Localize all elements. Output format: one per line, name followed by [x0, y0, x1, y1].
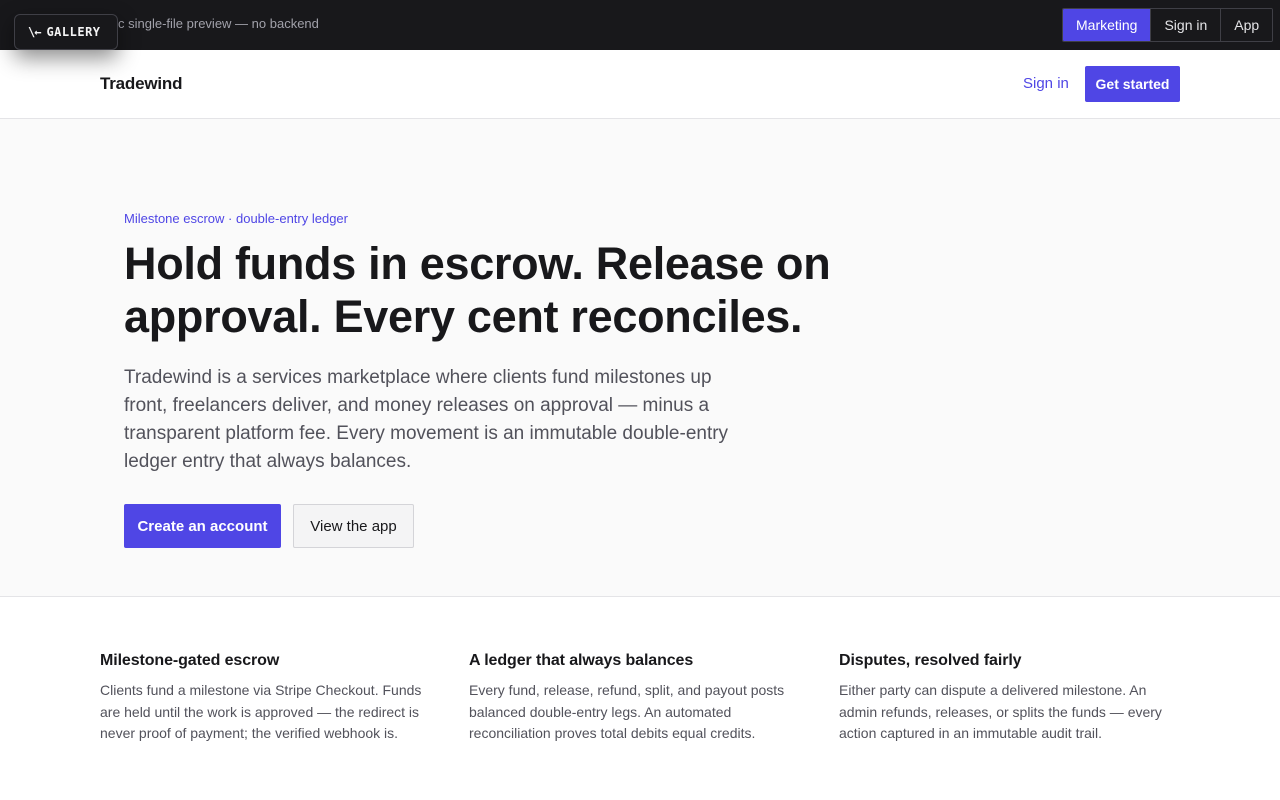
preview-note: c single-file preview — no backend [118, 16, 319, 31]
get-started-button[interactable]: Get started [1085, 66, 1180, 102]
feature-title: Disputes, resolved fairly [839, 652, 1022, 669]
site-header: Tradewind Sign in Get started [0, 50, 1280, 119]
gallery-button-label: GALLERY [46, 25, 101, 39]
feature-text: Clients fund a milestone via Stripe Chec… [100, 682, 422, 741]
feature-card-ledger: A ledger that always balances Every fund… [469, 652, 814, 745]
view-tab-marketing[interactable]: Marketing [1063, 9, 1151, 41]
feature-card-disputes: Disputes, resolved fairly Either party c… [839, 652, 1184, 745]
view-switcher: Marketing Sign in App [1062, 8, 1274, 42]
hero-eyebrow: Milestone escrow · double-entry ledger [124, 211, 348, 226]
feature-title: Milestone-gated escrow [100, 652, 280, 669]
feature-card-escrow: Milestone-gated escrow Clients fund a mi… [100, 652, 445, 745]
preview-bar: c single-file preview — no backend Marke… [0, 0, 1280, 50]
hero-subtitle: Tradewind is a services marketplace wher… [124, 367, 729, 472]
back-arrow-icon: \← [28, 25, 41, 39]
brand-logo[interactable]: Tradewind [100, 74, 182, 94]
gallery-button[interactable]: \← GALLERY [14, 14, 118, 50]
feature-title: A ledger that always balances [469, 652, 694, 669]
hero-section: Milestone escrow · double-entry ledger H… [0, 119, 1280, 597]
view-app-button[interactable]: View the app [293, 504, 414, 548]
feature-text: Every fund, release, refund, split, and … [469, 682, 785, 741]
feature-text: Either party can dispute a delivered mil… [839, 682, 1162, 741]
header-signin-link[interactable]: Sign in [1023, 75, 1069, 92]
view-tab-sign-in[interactable]: Sign in [1150, 9, 1221, 41]
create-account-button[interactable]: Create an account [124, 504, 281, 548]
view-tab-app[interactable]: App [1220, 9, 1273, 41]
hero-title: Hold funds in escrow. Release on approva… [124, 238, 831, 342]
